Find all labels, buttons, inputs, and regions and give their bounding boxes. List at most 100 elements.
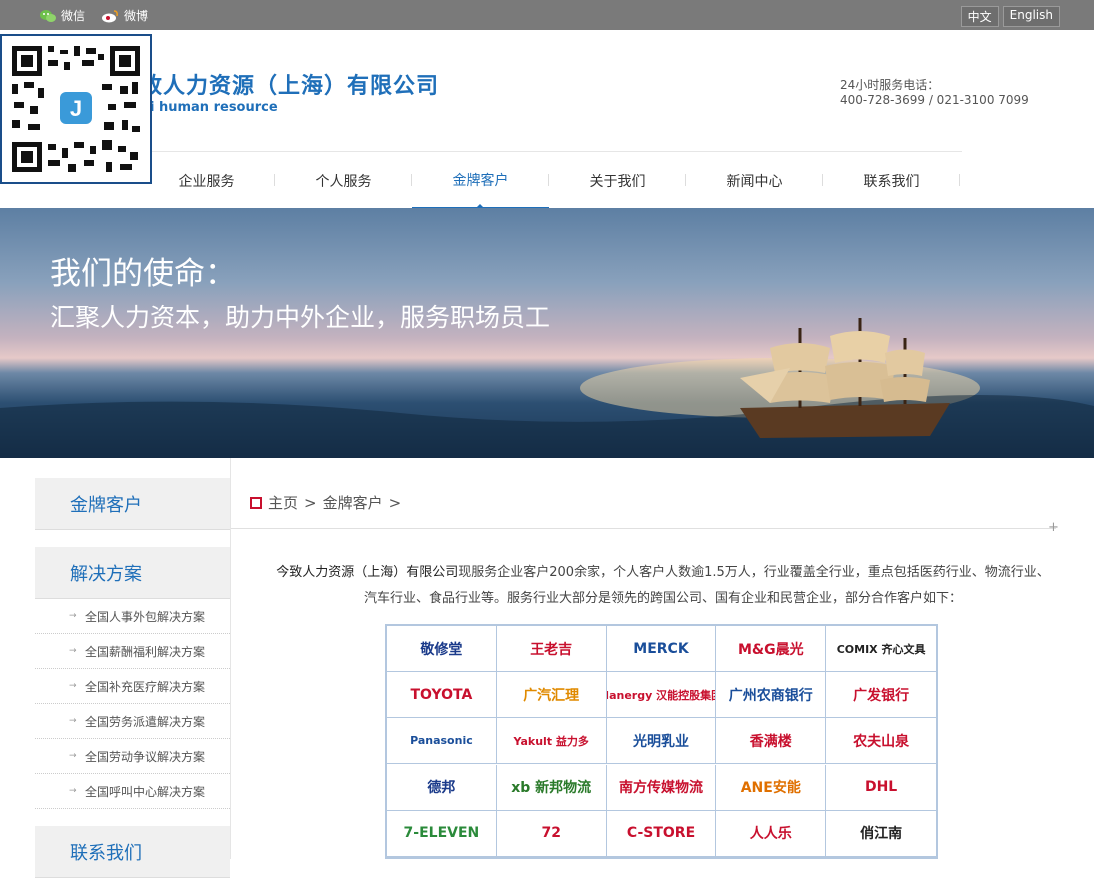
client-logo[interactable]: xb 新邦物流	[496, 764, 607, 811]
client-logo[interactable]: Panasonic	[387, 718, 497, 765]
solution-item[interactable]: 全国呼叫中心解决方案	[35, 774, 230, 809]
client-logo-name: DHL	[864, 779, 898, 796]
hero-banner: 我们的使命： 汇聚人力资本，助力中外企业，服务职场员工	[0, 208, 1094, 458]
solution-label: 全国补充医疗解决方案	[85, 679, 206, 694]
client-logo-name: Panasonic	[410, 734, 473, 748]
main-nav: 企业服务 个人服务 金牌客户 关于我们 新闻中心 联系我们	[138, 151, 962, 210]
client-logo[interactable]: Yakult 益力多	[496, 718, 607, 765]
sidebar-title-solutions[interactable]: 解决方案	[35, 547, 230, 599]
client-logo[interactable]: 农夫山泉	[826, 718, 936, 765]
nav-about-us[interactable]: 关于我们	[549, 152, 686, 209]
nav-label: 新闻中心	[726, 173, 783, 190]
content-divider	[230, 458, 231, 859]
client-logo[interactable]: 光明乳业	[606, 718, 717, 765]
client-logo-name: MERCK	[633, 640, 689, 657]
svg-text:J: J	[70, 96, 82, 121]
client-logo-name: Yakult 益力多	[513, 734, 589, 748]
solution-label: 全国薪酬福利解决方案	[85, 644, 206, 659]
nav-label: 联系我们	[863, 173, 920, 190]
hotline-label: 24小时服务电话：	[840, 78, 940, 92]
nav-contact-us[interactable]: 联系我们	[823, 152, 960, 209]
company-en: i human resource	[150, 100, 278, 115]
nav-label: 个人服务	[315, 173, 372, 190]
solution-label: 全国劳动争议解决方案	[85, 749, 206, 764]
banner-title: 我们的使命：	[50, 256, 236, 292]
client-logo[interactable]: M&G晨光	[716, 626, 827, 672]
intro-paragraph: 今致人力资源（上海）有限公司现服务企业客户200余家，个人客户人数逾1.5万人，…	[272, 560, 1054, 612]
client-logo-name: TOYOTA	[410, 686, 473, 703]
nav-gold-clients[interactable]: 金牌客户	[412, 152, 549, 209]
breadcrumb-separator: >	[304, 493, 317, 512]
client-logo-name: 72	[541, 825, 561, 842]
client-logo[interactable]: Hanergy 汉能控股集团	[606, 672, 717, 719]
solution-item[interactable]: 全国劳动争议解决方案	[35, 739, 230, 774]
client-logo[interactable]: 广汽汇理	[496, 672, 607, 719]
client-logo-name: COMIX 齐心文具	[836, 642, 926, 656]
solution-item[interactable]: 全国补充医疗解决方案	[35, 669, 230, 704]
client-logo-name: 敬修堂	[420, 641, 463, 658]
client-logo[interactable]: 广发银行	[826, 672, 936, 719]
client-logo[interactable]: 7-ELEVEN	[387, 810, 497, 857]
wechat-icon	[40, 9, 56, 22]
client-logo-name: 7-ELEVEN	[403, 825, 480, 842]
nav-label: 企业服务	[178, 173, 235, 190]
client-logo-name: 王老吉	[530, 641, 573, 658]
client-logo-name: C-STORE	[626, 825, 696, 842]
sidebar-title-gold-clients[interactable]: 金牌客户	[35, 478, 230, 530]
solutions-list: 全国人事外包解决方案 全国薪酬福利解决方案 全国补充医疗解决方案 全国劳务派遣解…	[35, 599, 230, 809]
weibo-link[interactable]: 微博	[101, 7, 148, 24]
client-logo[interactable]: 俏江南	[826, 811, 936, 857]
solution-label: 全国人事外包解决方案	[85, 609, 206, 624]
wechat-qr-popup: J	[0, 34, 152, 184]
banner-subtitle: 汇聚人力资本，助力中外企业，服务职场员工	[50, 303, 551, 332]
client-logo-name: 人人乐	[749, 826, 792, 843]
client-logo[interactable]: 王老吉	[496, 626, 607, 672]
client-logo-name: 广州农商银行	[728, 687, 813, 704]
client-logo[interactable]: COMIX 齐心文具	[826, 626, 936, 672]
client-logo[interactable]: C-STORE	[606, 810, 717, 857]
solution-item[interactable]: 全国薪酬福利解决方案	[35, 634, 230, 669]
client-logo[interactable]: 敬修堂	[387, 626, 497, 672]
weibo-icon	[102, 9, 118, 22]
intro-text: 现服务企业客户200余家，个人客户人数逾1.5万人，行业覆盖全行业，重点包括医药…	[363, 565, 1050, 606]
client-logo-name: 广汽汇理	[523, 687, 580, 704]
client-logo[interactable]: MERCK	[606, 626, 717, 672]
client-logo-name: Hanergy 汉能控股集团	[607, 688, 717, 702]
breadcrumb-current[interactable]: 金牌客户	[323, 492, 383, 513]
client-logo-name: M&G晨光	[737, 641, 804, 658]
client-logo[interactable]: TOYOTA	[387, 672, 497, 719]
client-logo-name: 光明乳业	[632, 733, 689, 750]
client-logo[interactable]: 72	[496, 810, 607, 857]
breadcrumb-home[interactable]: 主页	[268, 492, 298, 513]
solution-label: 全国呼叫中心解决方案	[85, 784, 206, 799]
breadcrumb-square-icon	[250, 496, 262, 509]
client-logo-name: ANE安能	[740, 780, 801, 797]
client-logo-name: 俏江南	[860, 826, 903, 843]
sidebar-title-contact[interactable]: 联系我们	[35, 826, 230, 878]
client-logo-grid: 敬修堂 王老吉 MERCK M&G晨光 COMIX 齐心文具 TOYOTA 广汽汇理 Hane…	[385, 624, 938, 859]
company-name[interactable]: 致人力资源（上海）有限公司	[140, 68, 439, 100]
lang-en-button[interactable]: English	[1002, 6, 1060, 27]
qr-code-image: J	[2, 36, 150, 182]
nav-news-center[interactable]: 新闻中心	[686, 152, 823, 209]
client-logo[interactable]: ANE安能	[716, 764, 827, 811]
wechat-link[interactable]: 微信	[40, 7, 85, 24]
client-logo[interactable]: 人人乐	[716, 810, 827, 857]
lang-cn-button[interactable]: 中文	[960, 6, 999, 27]
client-logo[interactable]: DHL	[826, 765, 936, 811]
solution-item[interactable]: 全国人事外包解决方案	[35, 599, 230, 634]
client-logo[interactable]: 南方传媒物流	[606, 764, 717, 811]
nav-label: 关于我们	[589, 173, 646, 190]
solution-item[interactable]: 全国劳务派遣解决方案	[35, 704, 230, 739]
weibo-label: 微博	[124, 9, 149, 23]
nav-enterprise-services[interactable]: 企业服务	[138, 152, 275, 209]
header: 致人力资源（上海）有限公司 i human resource 24小时服务电话：…	[0, 30, 1094, 150]
breadcrumb: 主页 > 金牌客户 >	[250, 492, 401, 513]
client-logo[interactable]: 香满楼	[716, 718, 827, 765]
client-logo[interactable]: 德邦	[387, 764, 497, 811]
breadcrumb-rule	[231, 528, 1056, 529]
nav-personal-services[interactable]: 个人服务	[275, 152, 412, 209]
client-logo-name: 香满楼	[749, 733, 792, 750]
client-logo[interactable]: 广州农商银行	[716, 672, 827, 719]
client-logo-name: 德邦	[427, 780, 456, 797]
